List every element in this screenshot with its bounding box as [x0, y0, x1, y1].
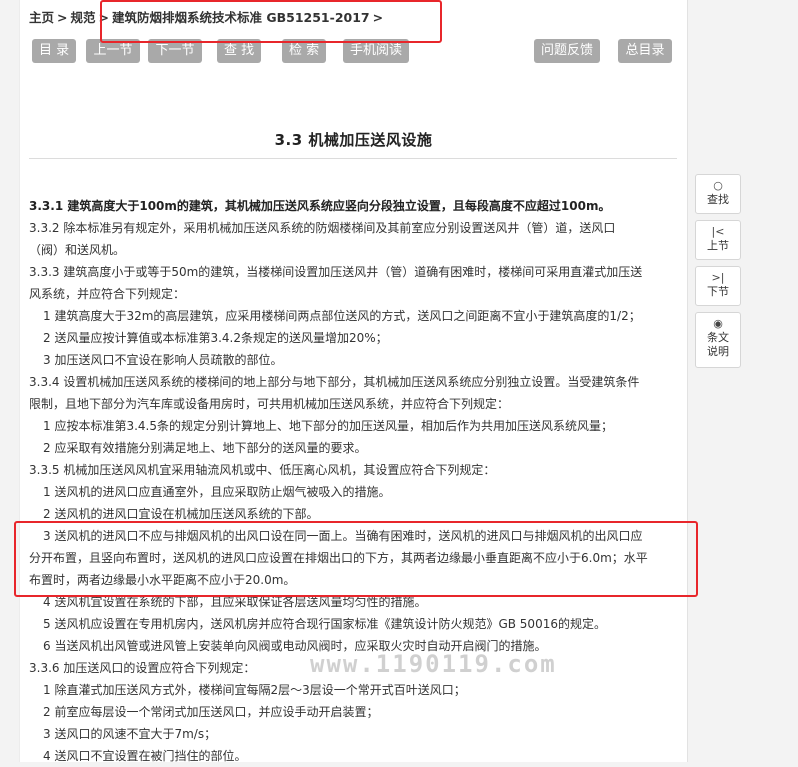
watermark: www.1190119.com — [310, 650, 557, 678]
side-prev-label: 上节 — [707, 239, 729, 252]
clause-3-3-6-item-1: 1 除直灌式加压送风方式外，楼梯间宜每隔2层～3层设一个常开式百叶送风口； — [43, 683, 466, 697]
side-next-button[interactable]: >| 下节 — [695, 266, 741, 306]
clause-3-3-3-item-3: 3 加压送风口不宜设在影响人员疏散的部位。 — [43, 353, 283, 367]
side-prev-button[interactable]: |< 上节 — [695, 220, 741, 260]
skip-forward-icon: >| — [711, 271, 725, 284]
breadcrumb-spec-link[interactable]: 规范 — [71, 10, 96, 25]
side-find-button[interactable]: ○ 查找 — [695, 174, 741, 214]
clause-3-3-4-item-2: 2 应采取有效措施分别满足地上、地下部分的送风量的要求。 — [43, 441, 367, 455]
clause-3-3-1: 3.3.1 建筑高度大于100m的建筑，其机械加压送风系统应竖向分段独立设置，且… — [29, 199, 611, 213]
highlight-box-title — [100, 0, 442, 43]
clause-3-3-6-item-3: 3 送风口的风速不宜大于7m/s； — [43, 727, 217, 741]
clause-3-3-3-cont: 风系统，并应符合下列规定： — [29, 287, 186, 301]
breadcrumb-separator: > — [57, 10, 68, 25]
clause-3-3-6-item-2: 2 前室应每层设一个常闭式加压送风口，并应设手动开启装置； — [43, 705, 379, 719]
clause-3-3-6-item-4: 4 送风口不宜设置在被门挡住的部位。 — [43, 749, 247, 763]
clause-3-3-3-item-1: 1 建筑高度大于32m的高层建筑，应采用楼梯间两点部位送风的方式，送风口之间距离… — [43, 309, 641, 323]
side-next-label: 下节 — [707, 285, 729, 298]
catalog-button[interactable]: 目 录 — [32, 39, 76, 63]
all-catalog-button[interactable]: 总目录 — [618, 39, 672, 63]
feedback-button[interactable]: 问题反馈 — [534, 39, 600, 63]
side-find-label: 查找 — [707, 193, 729, 206]
clause-3-3-4-item-1: 1 应按本标准第3.4.5条的规定分别计算地上、地下部分的加压送风量，相加后作为… — [43, 419, 613, 433]
side-explanation-button[interactable]: ◉ 条文 说明 — [695, 312, 741, 368]
highlight-box-clause — [14, 521, 698, 597]
clause-3-3-2-cont: （阀）和送风机。 — [29, 243, 126, 257]
clause-3-3-3: 3.3.3 建筑高度小于或等于50m的建筑，当楼梯间设置加压送风井（管）道确有困… — [29, 265, 643, 279]
clause-3-3-5-item-1: 1 送风机的进风口应直通室外，且应采取防止烟气被吸入的措施。 — [43, 485, 391, 499]
eye-icon: ◉ — [713, 317, 723, 330]
clause-3-3-4-cont: 限制，且地下部分为汽车库或设备用房时，可共用机械加压送风系统，并应符合下列规定： — [29, 397, 510, 411]
article-content: 3.3.1 建筑高度大于100m的建筑，其机械加压送风系统应竖向分段独立设置，且… — [29, 195, 679, 767]
section-title: 3.3 机械加压送风设施 — [274, 131, 433, 149]
clause-3-3-4: 3.3.4 设置机械加压送风系统的楼梯间的地上部分与地下部分，其机械加压送风系统… — [29, 375, 640, 389]
clause-3-3-3-item-2: 2 送风量应按计算值或本标准第3.4.2条规定的送风量增加20%； — [43, 331, 388, 345]
search-icon: ○ — [713, 179, 723, 192]
clause-3-3-2: 3.3.2 除本标准另有规定外，采用机械加压送风系统的防烟楼梯间及其前室应分别设… — [29, 221, 616, 235]
title-divider — [29, 158, 677, 159]
side-explanation-label-2: 说明 — [707, 345, 729, 358]
clause-3-3-5: 3.3.5 机械加压送风风机宜采用轴流风机或中、低压离心风机，其设置应符合下列规… — [29, 463, 496, 477]
main-panel: 主页 > 规范 > 建筑防烟排烟系统技术标准 GB51251-2017 > 目 录 上一节… — [19, 0, 688, 763]
skip-back-icon: |< — [711, 225, 725, 238]
breadcrumb-home-link[interactable]: 主页 — [29, 10, 54, 25]
clause-3-3-5-item-5: 5 送风机应设置在专用机房内，送风机房并应符合现行国家标准《建筑设计防火规范》G… — [43, 617, 606, 631]
side-explanation-label-1: 条文 — [707, 331, 729, 344]
